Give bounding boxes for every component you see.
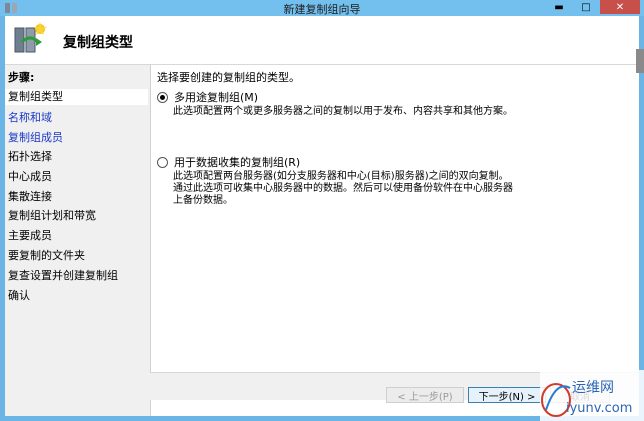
step-hub-members: 中心成员 <box>8 170 52 183</box>
step-replication-members[interactable]: 复制组成员 <box>8 129 63 145</box>
window-edge-scrollbar[interactable] <box>636 49 644 73</box>
replication-group-icon <box>14 22 47 53</box>
instruction-text: 选择要创建的复制组的类型。 <box>157 71 300 84</box>
data-collection-option[interactable]: 用于数据收集的复制组(R) <box>157 154 300 170</box>
minimize-button[interactable]: ▬ <box>546 0 572 14</box>
multipurpose-option-label[interactable]: 多用途复制组(M) <box>174 89 258 105</box>
step-confirmation: 确认 <box>8 289 30 302</box>
maximize-button[interactable]: □ <box>573 0 599 14</box>
iyunv-watermark-logo: 运维网 iyunv.com <box>540 370 644 421</box>
close-button[interactable]: ✕ <box>600 0 640 14</box>
back-button[interactable]: < 上一步(P) <box>386 387 464 403</box>
step-folders-to-replicate: 要复制的文件夹 <box>8 249 85 262</box>
radio-button-unselected[interactable] <box>157 156 168 168</box>
data-collection-option-description: 此选项配置两台服务器(如分支服务器和中心(目标)服务器)之间的双向复制。通过此选… <box>173 171 513 206</box>
step-hub-spoke-connections: 集散连接 <box>8 190 52 203</box>
watermark-text-cn: 运维网 <box>572 380 614 396</box>
next-button[interactable]: 下一步(N) > <box>468 387 546 403</box>
wizard-window: 新建复制组向导 ▬ □ ✕ 复制组类型 步骤: 复制组类型 名称和域 复制组成员… <box>0 0 644 421</box>
step-review-and-create: 复查设置并创建复制组 <box>8 269 118 282</box>
content-pane: 选择要创建的复制组的类型。 多用途复制组(M) 此选项配置两个或更多服务器之间的… <box>150 65 639 416</box>
step-schedule-and-bandwidth: 复制组计划和带宽 <box>8 209 96 222</box>
wizard-header: 复制组类型 <box>5 16 639 65</box>
steps-pane: 步骤: 复制组类型 名称和域 复制组成员 拓扑选择 中心成员 集散连接 复制组计… <box>5 65 150 416</box>
title-bar[interactable]: 新建复制组向导 ▬ □ ✕ <box>0 0 644 16</box>
radio-button-selected[interactable] <box>157 91 168 103</box>
data-collection-option-label[interactable]: 用于数据收集的复制组(R) <box>174 154 300 170</box>
caption-buttons: ▬ □ ✕ <box>546 0 640 14</box>
multipurpose-option[interactable]: 多用途复制组(M) <box>157 89 258 105</box>
page-title: 复制组类型 <box>63 35 133 51</box>
steps-heading: 步骤: <box>8 71 35 84</box>
step-primary-member: 主要成员 <box>8 229 52 242</box>
multipurpose-option-description: 此选项配置两个或更多服务器之间的复制以用于发布、内容共享和其他方案。 <box>173 106 513 117</box>
step-replication-group-type: 复制组类型 <box>5 89 148 105</box>
step-name-and-domain[interactable]: 名称和域 <box>8 109 52 125</box>
wizard-client-area: 复制组类型 步骤: 复制组类型 名称和域 复制组成员 拓扑选择 中心成员 集散连… <box>5 16 639 416</box>
step-topology-selection: 拓扑选择 <box>8 150 52 163</box>
watermark-text-url: iyunv.com <box>566 401 632 416</box>
